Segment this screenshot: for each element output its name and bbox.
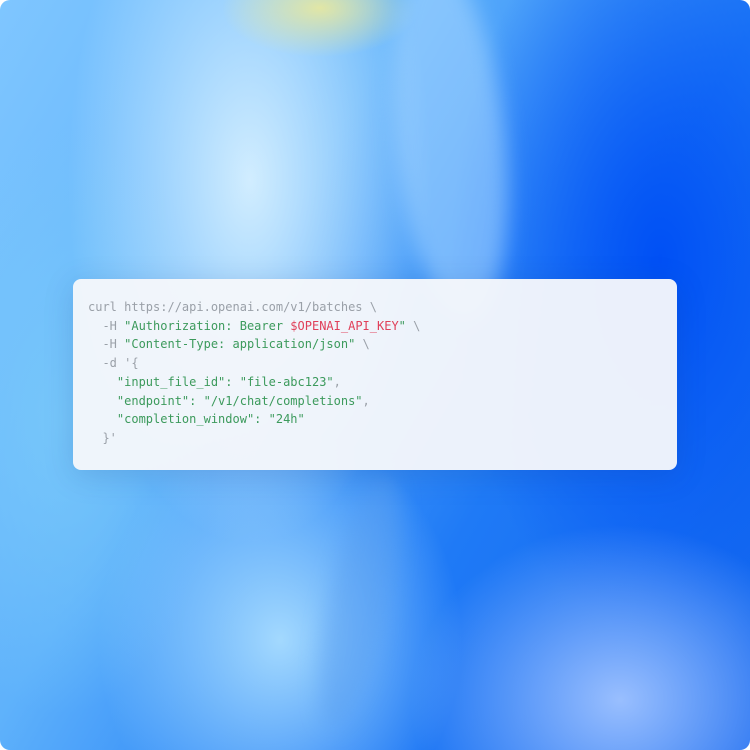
code-line: }' — [88, 429, 677, 448]
code-line: curl https://api.openai.com/v1/batches \ — [88, 298, 677, 317]
code-token: , — [362, 393, 370, 408]
code-line: -H "Content-Type: application/json" \ — [88, 335, 677, 354]
code-token: "24h" — [268, 412, 305, 427]
code-token: }' — [88, 430, 117, 445]
code-token: "file-abc123" — [239, 374, 334, 389]
code-line: -H "Authorization: Bearer $OPENAI_API_KE… — [88, 317, 677, 336]
code-token: \ — [355, 337, 370, 352]
code-variable: $OPENAI_API_KEY — [290, 318, 399, 333]
code-token: "/v1/chat/completions" — [203, 393, 363, 408]
code-token: " — [398, 318, 406, 333]
code-token: "completion_window": — [88, 412, 269, 427]
code-token: "endpoint": — [88, 393, 204, 408]
code-token: "Authorization: Bearer — [124, 318, 291, 333]
code-line: "input_file_id": "file-abc123", — [88, 373, 677, 392]
code-token: -d '{ — [88, 356, 139, 371]
code-token: -H — [88, 318, 125, 333]
code-line: "completion_window": "24h" — [88, 410, 677, 429]
background-streak — [376, 0, 524, 325]
code-snippet-card: curl https://api.openai.com/v1/batches \… — [73, 279, 677, 470]
code-token: curl https://api.openai.com/v1/batches \ — [88, 300, 377, 314]
code-token: \ — [405, 318, 421, 333]
code-token: "Content-Type: application/json" — [124, 337, 356, 352]
background-streak — [303, 466, 417, 734]
code-token: "input_file_id": — [88, 374, 240, 389]
code-token: , — [333, 374, 341, 389]
code-line: "endpoint": "/v1/chat/completions", — [88, 392, 677, 411]
code-line: -d '{ — [88, 354, 677, 373]
code-token: -H — [88, 337, 125, 352]
